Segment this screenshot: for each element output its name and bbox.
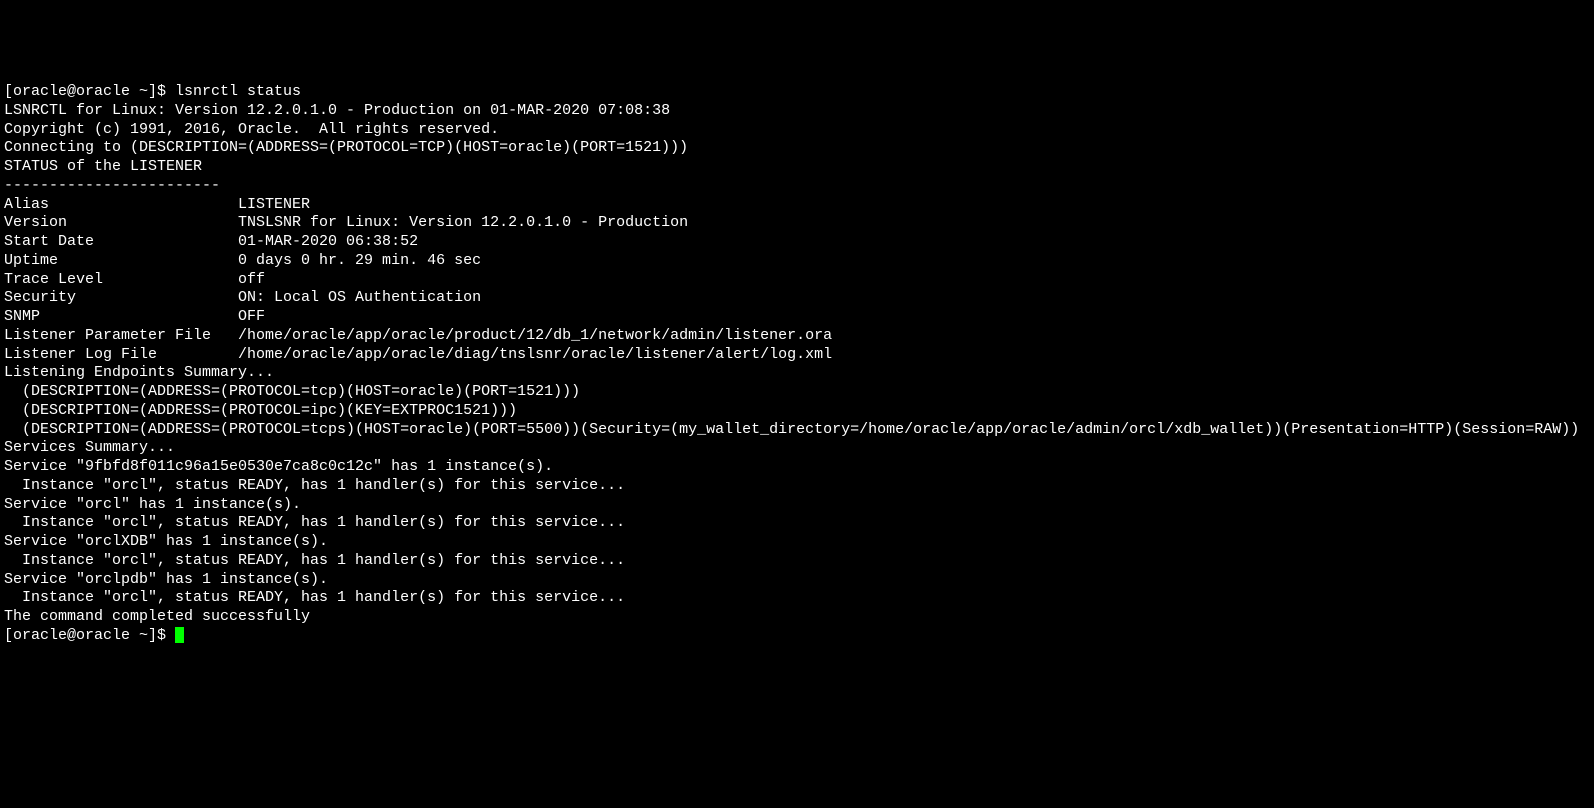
snmp-line: SNMP OFF xyxy=(4,308,1594,327)
service-line: Service "orclXDB" has 1 instance(s). xyxy=(4,533,1594,552)
start-date-line: Start Date 01-MAR-2020 06:38:52 xyxy=(4,233,1594,252)
log-file-line: Listener Log File /home/oracle/app/oracl… xyxy=(4,346,1594,365)
banner-line: LSNRCTL for Linux: Version 12.2.0.1.0 - … xyxy=(4,102,1594,121)
services-summary-line: Services Summary... xyxy=(4,439,1594,458)
status-header: STATUS of the LISTENER xyxy=(4,158,1594,177)
command-text: lsnrctl status xyxy=(175,83,301,100)
terminal-window[interactable]: [oracle@oracle ~]$ lsnrctl statusLSNRCTL… xyxy=(4,83,1594,706)
instance-line: Instance "orcl", status READY, has 1 han… xyxy=(4,514,1594,533)
endpoints-summary-line: Listening Endpoints Summary... xyxy=(4,364,1594,383)
shell-prompt: [oracle@oracle ~]$ xyxy=(4,627,175,644)
cursor-icon xyxy=(175,627,184,643)
endpoint-line: (DESCRIPTION=(ADDRESS=(PROTOCOL=tcps)(HO… xyxy=(4,421,1594,440)
uptime-line: Uptime 0 days 0 hr. 29 min. 46 sec xyxy=(4,252,1594,271)
service-line: Service "orcl" has 1 instance(s). xyxy=(4,496,1594,515)
alias-line: Alias LISTENER xyxy=(4,196,1594,215)
copyright-line: Copyright (c) 1991, 2016, Oracle. All ri… xyxy=(4,121,1594,140)
instance-line: Instance "orcl", status READY, has 1 han… xyxy=(4,477,1594,496)
next-prompt-line[interactable]: [oracle@oracle ~]$ xyxy=(4,627,1594,646)
version-line: Version TNSLSNR for Linux: Version 12.2.… xyxy=(4,214,1594,233)
separator-line: ------------------------ xyxy=(4,177,1594,196)
param-file-line: Listener Parameter File /home/oracle/app… xyxy=(4,327,1594,346)
security-line: Security ON: Local OS Authentication xyxy=(4,289,1594,308)
service-line: Service "9fbfd8f011c96a15e0530e7ca8c0c12… xyxy=(4,458,1594,477)
completed-line: The command completed successfully xyxy=(4,608,1594,627)
instance-line: Instance "orcl", status READY, has 1 han… xyxy=(4,552,1594,571)
shell-prompt: [oracle@oracle ~]$ xyxy=(4,83,175,100)
command-line: [oracle@oracle ~]$ lsnrctl status xyxy=(4,83,1594,102)
trace-level-line: Trace Level off xyxy=(4,271,1594,290)
endpoint-line: (DESCRIPTION=(ADDRESS=(PROTOCOL=ipc)(KEY… xyxy=(4,402,1594,421)
endpoint-line: (DESCRIPTION=(ADDRESS=(PROTOCOL=tcp)(HOS… xyxy=(4,383,1594,402)
connecting-line: Connecting to (DESCRIPTION=(ADDRESS=(PRO… xyxy=(4,139,1594,158)
service-line: Service "orclpdb" has 1 instance(s). xyxy=(4,571,1594,590)
instance-line: Instance "orcl", status READY, has 1 han… xyxy=(4,589,1594,608)
